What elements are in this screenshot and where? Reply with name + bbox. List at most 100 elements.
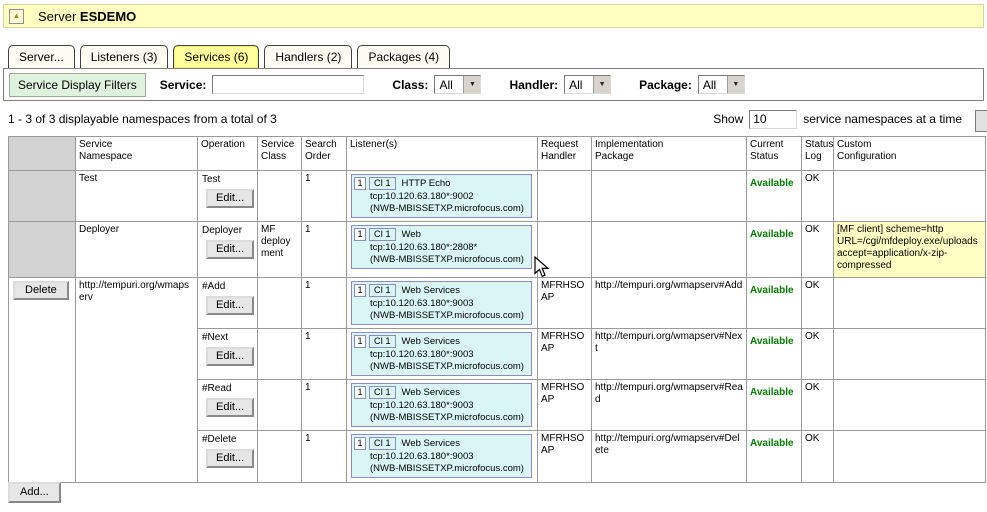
class-filter-select[interactable]: All ▼	[434, 75, 481, 94]
pagination-row: 1 - 3 of 3 displayable namespaces from a…	[8, 107, 974, 131]
service-class-cell	[258, 329, 302, 380]
listener-box: 1 CI 1 Web Services tcp:10.120.63.180*:9…	[351, 281, 532, 325]
show-count-group: Show service namespaces at a time	[713, 107, 962, 131]
edit-button[interactable]: Edit...	[206, 347, 254, 366]
service-class-cell	[258, 431, 302, 483]
current-status-cell: Available	[747, 329, 802, 380]
status-badge: Available	[750, 285, 794, 296]
listener-index: 1	[354, 386, 366, 399]
operation-name: #Next	[202, 332, 254, 343]
service-class-cell	[258, 380, 302, 431]
delete-cell: Delete	[9, 278, 76, 483]
listener-index: 1	[354, 177, 366, 190]
listeners-cell: 1 CI 1 HTTP Echo tcp:10.120.63.180*:9002…	[347, 171, 538, 222]
service-class-cell: MF deployment	[258, 222, 302, 278]
add-button[interactable]: Add...	[8, 482, 61, 503]
delete-button[interactable]: Delete	[13, 281, 69, 300]
header-request-handler: Request Handler	[538, 137, 592, 171]
listener-index: 1	[354, 228, 366, 241]
service-class-cell	[258, 171, 302, 222]
listener-box: 1 CI 1 Web Services tcp:10.120.63.180*:9…	[351, 383, 532, 427]
listener-conversation: CI 1	[369, 177, 396, 190]
header-service-namespace: Service Namespace	[76, 137, 198, 171]
server-title: Server ESDEMO	[38, 9, 136, 24]
request-handler-cell	[538, 171, 592, 222]
page-size-input[interactable]	[749, 110, 797, 129]
request-handler-cell: MFRHSOAP	[538, 431, 592, 483]
status-log-cell: OK	[802, 431, 834, 483]
tab-listeners[interactable]: Listeners (3)	[80, 45, 169, 68]
listener-endpoint: tcp:10.120.63.180*:9003	[352, 451, 531, 463]
filter-bar: Service Display Filters Service: Class: …	[3, 68, 984, 101]
edge-button-partial[interactable]	[975, 110, 987, 132]
current-status-cell: Available	[747, 431, 802, 483]
package-filter-value: All	[699, 76, 727, 93]
operation-name: #Delete	[202, 434, 254, 445]
status-log-cell: OK	[802, 278, 834, 329]
handler-filter-select[interactable]: All ▼	[564, 75, 611, 94]
listeners-cell: 1 CI 1 Web Services tcp:10.120.63.180*:9…	[347, 380, 538, 431]
request-handler-cell: MFRHSOAP	[538, 278, 592, 329]
listener-name: Web Services	[402, 387, 460, 398]
namespace-count-summary: 1 - 3 of 3 displayable namespaces from a…	[8, 112, 277, 126]
operation-name: #Read	[202, 383, 254, 394]
handler-filter-label: Handler:	[509, 78, 558, 92]
listener-conversation: CI 1	[369, 386, 396, 399]
custom-config-line: accept=application/x-zip-compressed	[837, 248, 982, 272]
tab-packages[interactable]: Packages (4)	[357, 45, 450, 68]
namespace-cell: http://tempuri.org/wmapserv	[76, 278, 198, 483]
listener-index: 1	[354, 437, 366, 450]
edit-button[interactable]: Edit...	[206, 189, 254, 208]
header-listeners: Listener(s)	[347, 137, 538, 171]
operation-cell: #Read Edit...	[198, 380, 258, 431]
row-selector-cell	[9, 171, 76, 222]
status-log-cell: OK	[802, 329, 834, 380]
listener-header: 1 CI 1 Web Services	[352, 384, 531, 400]
tab-bar: Server... Listeners (3) Services (6) Han…	[8, 45, 450, 68]
listener-name: Web	[402, 229, 421, 240]
tab-handlers[interactable]: Handlers (2)	[264, 45, 352, 68]
server-title-bar: ▲ Server ESDEMO	[3, 4, 984, 28]
search-order-cell: 1	[302, 329, 347, 380]
listeners-cell: 1 CI 1 Web Services tcp:10.120.63.180*:9…	[347, 329, 538, 380]
operation-cell: #Add Edit...	[198, 278, 258, 329]
tab-services[interactable]: Services (6)	[173, 45, 259, 68]
listener-host: (NWB-MBISSETXP.microfocus.com)	[352, 361, 531, 373]
header-operation: Operation	[198, 137, 258, 171]
listener-box: 1 CI 1 HTTP Echo tcp:10.120.63.180*:9002…	[351, 174, 532, 218]
show-label: Show	[713, 112, 743, 126]
header-current-status: Current Status	[747, 137, 802, 171]
service-class-cell	[258, 278, 302, 329]
listeners-cell: 1 CI 1 Web Services tcp:10.120.63.180*:9…	[347, 278, 538, 329]
service-filter-input[interactable]	[212, 75, 364, 94]
namespace-cell: Deployer	[76, 222, 198, 278]
edit-button[interactable]: Edit...	[206, 449, 254, 468]
listener-box: 1 CI 1 Web Services tcp:10.120.63.180*:9…	[351, 332, 532, 376]
package-filter-select[interactable]: All ▼	[698, 75, 745, 94]
listener-host: (NWB-MBISSETXP.microfocus.com)	[352, 463, 531, 475]
table-header-row: Service Namespace Operation Service Clas…	[9, 137, 986, 171]
listener-box: 1 CI 1 Web Services tcp:10.120.63.180*:9…	[351, 434, 532, 478]
tab-server[interactable]: Server...	[8, 45, 75, 68]
header-service-class: Service Class	[258, 137, 302, 171]
listener-name: Web Services	[402, 285, 460, 296]
listener-host: (NWB-MBISSETXP.microfocus.com)	[352, 203, 531, 215]
listener-name: Web Services	[402, 438, 460, 449]
edit-button[interactable]: Edit...	[206, 398, 254, 417]
status-badge: Available	[750, 438, 794, 449]
edit-button[interactable]: Edit...	[206, 240, 254, 259]
custom-config-cell	[834, 329, 986, 380]
current-status-cell: Available	[747, 380, 802, 431]
current-status-cell: Available	[747, 278, 802, 329]
listener-header: 1 CI 1 Web Services	[352, 435, 531, 451]
request-handler-cell: MFRHSOAP	[538, 380, 592, 431]
server-admin-page: ▲ Server ESDEMO Server... Listeners (3) …	[0, 0, 987, 512]
server-label: Server	[38, 9, 76, 24]
edit-button[interactable]: Edit...	[206, 296, 254, 315]
request-handler-cell: MFRHSOAP	[538, 329, 592, 380]
listener-box: 1 CI 1 Web tcp:10.120.63.180*:2808* (NWB…	[351, 225, 532, 269]
collapse-triangle-icon[interactable]: ▲	[9, 9, 24, 24]
custom-config-cell	[834, 171, 986, 222]
table-row: Delete http://tempuri.org/wmapserv #Add …	[9, 278, 986, 329]
status-log-cell: OK	[802, 222, 834, 278]
